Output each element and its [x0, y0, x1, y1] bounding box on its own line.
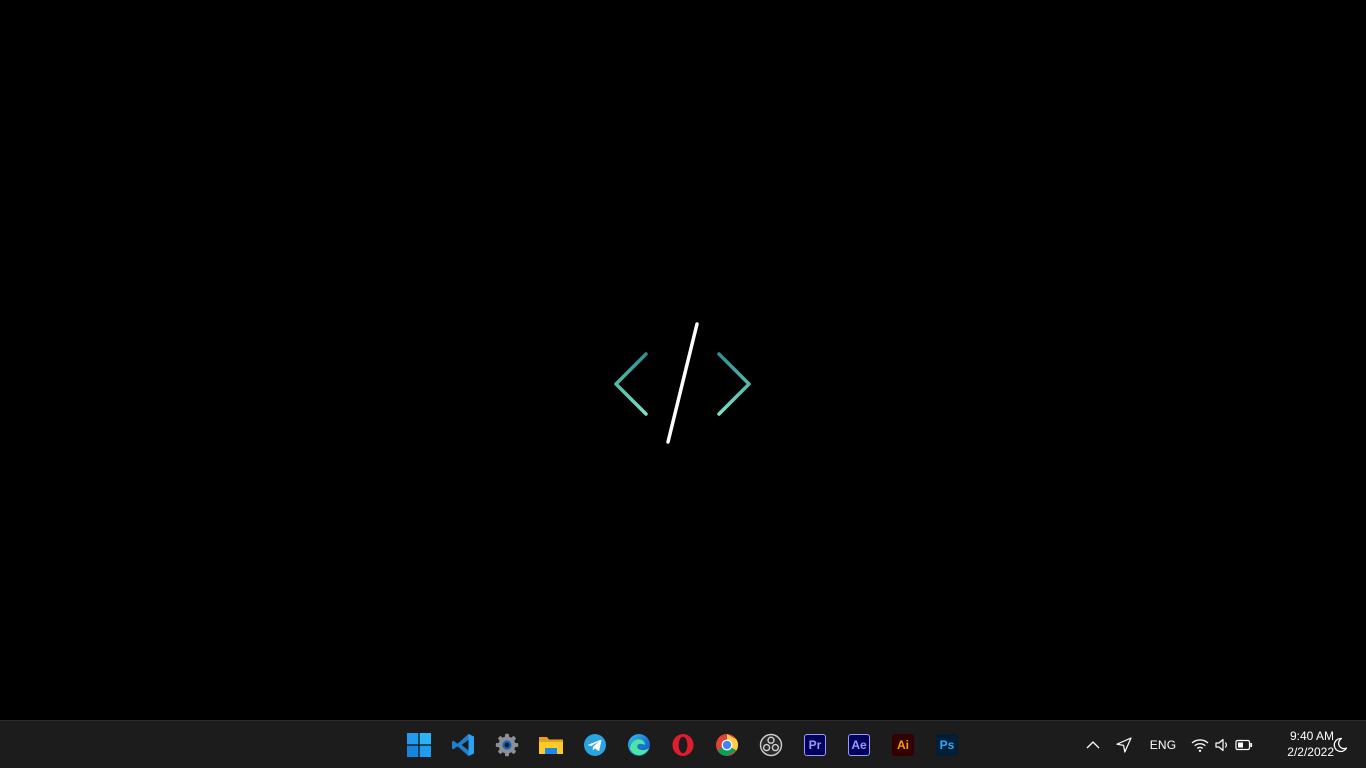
location-arrow-icon — [1116, 737, 1132, 753]
clock[interactable]: 9:40 AM 2/2/2022 — [1262, 728, 1334, 762]
taskbar: Pr Ae Ai Ps ENG 9:40 AM 2/2/2022 — [0, 720, 1366, 768]
photoshop-taskbar-button[interactable]: Ps — [927, 726, 967, 764]
clock-time: 9:40 AM — [1289, 729, 1334, 743]
battery-icon — [1235, 739, 1253, 751]
after-effects-taskbar-button[interactable]: Ae — [839, 726, 879, 764]
file-explorer-taskbar-button[interactable] — [531, 726, 571, 764]
settings-gear-icon — [495, 733, 519, 757]
chrome-icon — [716, 734, 738, 756]
telegram-icon — [584, 734, 606, 756]
desktop — [0, 0, 1366, 720]
telegram-taskbar-button[interactable] — [575, 726, 615, 764]
start-button[interactable] — [399, 726, 439, 764]
premiere-taskbar-button[interactable]: Pr — [795, 726, 835, 764]
wifi-icon — [1191, 739, 1209, 752]
photoshop-icon: Ps — [936, 734, 958, 756]
windows-start-icon — [407, 733, 431, 757]
chrome-taskbar-button[interactable] — [707, 726, 747, 764]
right-chevron-mark — [717, 352, 751, 416]
volume-icon — [1215, 738, 1227, 752]
focus-assist-button[interactable] — [1328, 729, 1352, 761]
language-indicator[interactable]: ENG — [1144, 729, 1182, 761]
left-chevron-mark — [614, 352, 648, 416]
location-button[interactable] — [1110, 729, 1138, 761]
after-effects-icon: Ae — [848, 734, 870, 756]
opera-taskbar-button[interactable] — [663, 726, 703, 764]
clock-date: 2/2/2022 — [1287, 745, 1334, 759]
code-logo-wallpaper-icon — [614, 322, 751, 444]
vscode-taskbar-button[interactable] — [443, 726, 483, 764]
slash-mark — [666, 322, 699, 444]
show-hidden-icons-button[interactable] — [1080, 729, 1106, 761]
edge-taskbar-button[interactable] — [619, 726, 659, 764]
obs-icon — [759, 733, 783, 757]
chevron-up-icon — [1086, 741, 1100, 749]
premiere-icon: Pr — [804, 734, 826, 756]
quick-settings-button[interactable] — [1186, 729, 1258, 761]
obs-taskbar-button[interactable] — [751, 726, 791, 764]
edge-icon — [628, 734, 650, 756]
illustrator-taskbar-button[interactable]: Ai — [883, 726, 923, 764]
opera-icon — [672, 734, 694, 756]
folder-icon — [539, 737, 563, 754]
vscode-icon — [452, 734, 474, 756]
illustrator-icon: Ai — [892, 734, 914, 756]
settings-taskbar-button[interactable] — [487, 726, 527, 764]
moon-icon — [1333, 737, 1348, 752]
